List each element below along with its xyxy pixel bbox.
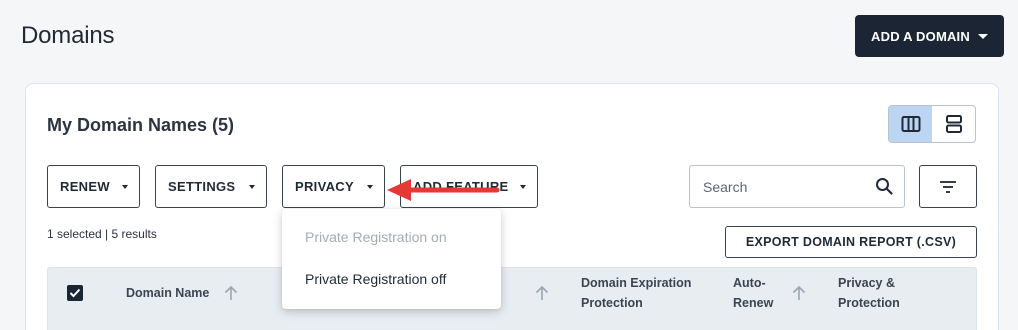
- col-expiration-line2: Protection: [581, 296, 643, 310]
- select-all-checkbox[interactable]: [67, 285, 83, 301]
- row-view-icon: [945, 115, 962, 133]
- page-title: Domains: [21, 22, 115, 49]
- row-view-button[interactable]: [932, 106, 975, 142]
- add-domain-label: ADD A DOMAIN: [871, 28, 970, 44]
- privacy-dropdown-menu: Private Registration on Private Registra…: [282, 209, 501, 309]
- search-icon[interactable]: [875, 177, 894, 196]
- checkmark-icon: [69, 288, 81, 298]
- card-title: My Domain Names (5): [47, 115, 235, 135]
- caret-down-icon: [367, 185, 373, 189]
- caret-down-icon: [122, 185, 128, 189]
- view-toggle: [888, 105, 976, 143]
- caret-down-icon: [520, 185, 526, 189]
- annotation-arrow-icon: [387, 179, 500, 201]
- settings-button[interactable]: SETTINGS: [155, 165, 267, 208]
- col-expiration-protection[interactable]: Domain Expiration Protection: [581, 273, 691, 313]
- filter-icon: [940, 180, 956, 193]
- column-view-button[interactable]: [889, 106, 932, 142]
- sort-arrow-up-icon[interactable]: [792, 285, 806, 301]
- search-placeholder: Search: [703, 178, 748, 195]
- caret-down-icon: [249, 185, 255, 189]
- sort-arrow-up-icon[interactable]: [224, 285, 238, 301]
- col-autorenew-line2: Renew: [733, 296, 774, 310]
- col-privacy-line2: Protection: [838, 296, 900, 310]
- column-view-icon: [901, 116, 920, 132]
- renew-button[interactable]: RENEW: [47, 165, 140, 208]
- selection-info: 1 selected | 5 results: [47, 227, 157, 241]
- privacy-label: PRIVACY: [295, 179, 354, 194]
- col-auto-renew[interactable]: Auto- Renew: [733, 273, 773, 313]
- search-input[interactable]: Search: [689, 165, 905, 208]
- renew-label: RENEW: [60, 179, 110, 194]
- col-privacy-protection[interactable]: Privacy & Protection: [838, 273, 900, 313]
- col-autorenew-line1: Auto-: [733, 276, 766, 290]
- col-privacy-line1: Privacy &: [838, 276, 895, 290]
- caret-down-icon: [977, 33, 988, 39]
- export-report-button[interactable]: EXPORT DOMAIN REPORT (.CSV): [725, 226, 977, 258]
- filter-button[interactable]: [919, 165, 977, 208]
- menu-item-private-registration-off[interactable]: Private Registration off: [305, 271, 446, 287]
- settings-label: SETTINGS: [168, 179, 236, 194]
- sort-arrow-up-icon[interactable]: [535, 285, 549, 301]
- col-domain-name[interactable]: Domain Name: [126, 283, 209, 303]
- add-domain-button[interactable]: ADD A DOMAIN: [855, 15, 1004, 57]
- col-expiration-line1: Domain Expiration: [581, 276, 692, 290]
- privacy-button[interactable]: PRIVACY: [282, 165, 385, 208]
- menu-item-private-registration-on: Private Registration on: [305, 229, 447, 245]
